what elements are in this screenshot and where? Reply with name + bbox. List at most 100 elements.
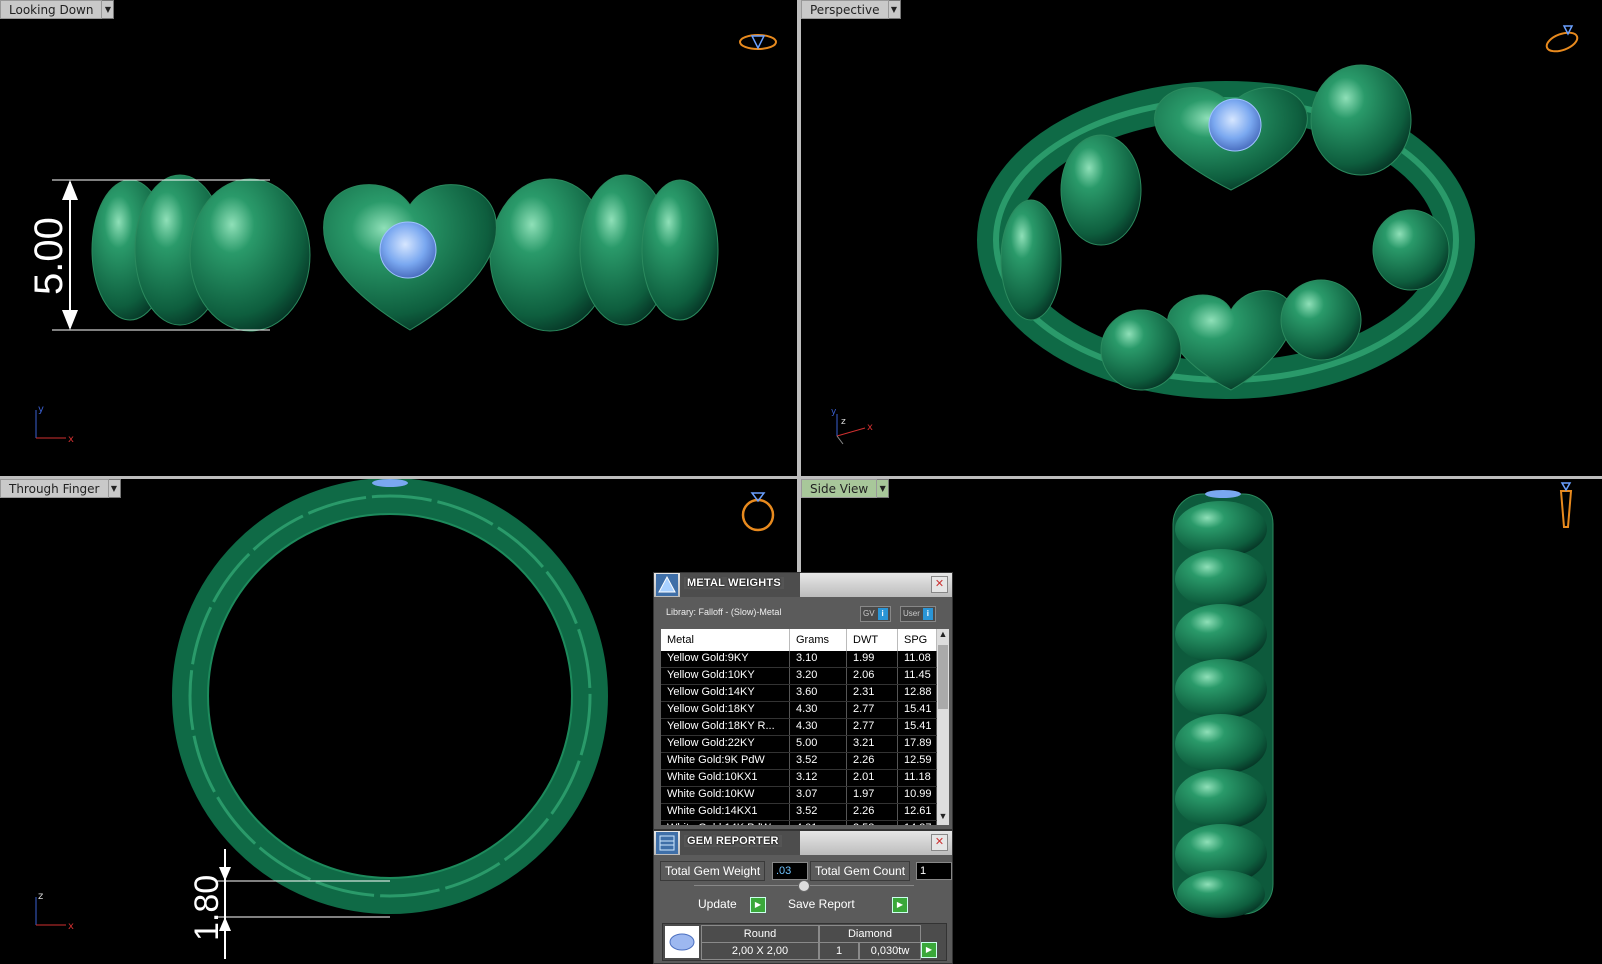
table-row[interactable]: Yellow Gold:22KY 5.00 3.21 17.89 [661,736,937,753]
table-cell: Yellow Gold:18KY [661,702,790,718]
total-gem-weight-value: .03 [772,862,808,880]
total-gem-count-label: Total Gem Count [810,861,911,881]
table-cell: Yellow Gold:18KY R... [661,719,790,735]
table-cell: White Gold:14KX1 [661,804,790,820]
table-cell: White Gold:10KX1 [661,770,790,786]
table-cell: 3.12 [790,770,847,786]
viewport-perspective[interactable]: Perspective ▼ yzx [801,0,1602,476]
table-cell: Yellow Gold:14KY [661,685,790,701]
close-icon[interactable]: ✕ [931,576,948,593]
axis-indicator: yz x [829,406,879,450]
table-cell: 3.07 [790,787,847,803]
update-button[interactable]: Update ▶ [698,895,768,913]
scroll-down-icon[interactable]: ▼ [937,811,949,825]
table-row[interactable]: Yellow Gold:18KY 4.30 2.77 15.41 [661,702,937,719]
gem-detail-button[interactable]: ▶ [921,942,937,960]
column-header-spg[interactable]: SPG [898,629,937,651]
ring-edge-nav-icon[interactable] [1551,481,1595,528]
table-cell: 11.08 [898,651,937,667]
gem-weight: 0,030tw [859,942,921,960]
viewport-divider-horizontal[interactable] [0,476,1602,479]
table-cell: 12.88 [898,685,937,701]
table-cell: Yellow Gold:9KY [661,651,790,667]
table-cell: 3.52 [790,753,847,769]
splitter-handle-icon[interactable] [798,880,810,892]
table-cell: White Gold:14K PdW [661,821,790,825]
metal-weights-panel[interactable]: METAL WEIGHTS ✕ Library: Falloff - (Slow… [653,572,953,830]
dimension-label-5: 5.00 [27,217,71,295]
viewport-looking-down[interactable]: Looking Down ▼ 5.00 y x [0,0,797,476]
table-cell: 2.01 [847,770,898,786]
column-header-metal[interactable]: Metal [661,629,790,651]
svg-text:z: z [38,891,43,902]
table-row[interactable]: White Gold:14KX1 3.52 2.26 12.61 [661,804,937,821]
table-row[interactable]: White Gold:10KX1 3.12 2.01 11.18 [661,770,937,787]
table-row[interactable]: Yellow Gold:9KY 3.10 1.99 11.08 [661,651,937,668]
ring-perspective-nav-icon[interactable] [1542,22,1586,56]
table-cell: Yellow Gold:22KY [661,736,790,752]
column-header-dwt[interactable]: DWT [847,629,898,651]
table-row[interactable]: Yellow Gold:18KY R... 4.30 2.77 15.41 [661,719,937,736]
metal-weights-table[interactable]: Metal Grams DWT SPG Yellow Gold:9KY 3.10 1… [661,629,937,825]
table-cell: 4.01 [790,821,847,825]
table-row[interactable]: Yellow Gold:14KY 3.60 2.31 12.88 [661,685,937,702]
table-scrollbar[interactable]: ▲ ▼ [937,629,949,825]
table-cell: 2.31 [847,685,898,701]
total-gem-count-value: 1 [916,862,952,880]
table-header: Metal Grams DWT SPG [661,629,937,651]
gem-reporter-icon [656,832,678,854]
table-row[interactable]: White Gold:10KW 3.07 1.97 10.99 [661,787,937,804]
gv-toggle[interactable]: GV i [860,606,891,622]
scroll-up-icon[interactable]: ▲ [937,629,949,643]
gem-shape: Round [701,925,819,943]
column-header-grams[interactable]: Grams [790,629,847,651]
ring-top-nav-icon[interactable] [736,28,780,62]
table-cell: White Gold:10KW [661,787,790,803]
save-report-button[interactable]: Save Report ▶ [788,895,908,913]
table-cell: 2.58 [847,821,898,825]
table-cell: 3.10 [790,651,847,667]
user-toggle[interactable]: User i [900,606,936,622]
scroll-thumb[interactable] [938,645,948,709]
svg-text:y: y [831,407,837,417]
table-cell: 1.97 [847,787,898,803]
dimension-label-1-80: 1.80 [188,875,226,941]
table-cell: 3.60 [790,685,847,701]
ring-band-front-view: 5.00 [27,174,719,332]
table-cell: 17.89 [898,736,937,752]
table-cell: 15.41 [898,702,937,718]
play-icon: ▶ [892,897,908,913]
table-cell: 12.59 [898,753,937,769]
gem-reporter-panel[interactable]: GEM REPORTER ✕ Total Gem Weight .03 Tota… [653,830,953,964]
gem-count: 1 [819,942,859,960]
gem-size: 2,00 X 2,00 [701,942,819,960]
metal-weights-header[interactable]: METAL WEIGHTS ✕ [654,573,952,597]
table-cell: 5.00 [790,736,847,752]
gem-list-item[interactable]: Round 2,00 X 2,00 Diamond 1 0,030tw ▶ [662,923,947,961]
table-cell: 14.37 [898,821,937,825]
table-cell: 10.99 [898,787,937,803]
svg-text:y: y [38,404,44,415]
play-icon: ▶ [921,942,937,958]
table-cell: 2.77 [847,702,898,718]
table-cell: 12.61 [898,804,937,820]
table-row[interactable]: White Gold:9K PdW 3.52 2.26 12.59 [661,753,937,770]
table-cell: 11.18 [898,770,937,786]
ring-side-nav-icon[interactable] [738,489,782,532]
table-cell: 3.20 [790,668,847,684]
svg-text:z: z [841,417,846,427]
table-cell: 2.77 [847,719,898,735]
metal-weights-title: METAL WEIGHTS [684,577,784,589]
svg-text:x: x [68,434,74,445]
table-cell: 3.21 [847,736,898,752]
table-row[interactable]: Yellow Gold:10KY 3.20 2.06 11.45 [661,668,937,685]
gem-reporter-title: GEM REPORTER [684,835,782,847]
svg-text:x: x [867,422,873,433]
axis-indicator: zx [30,889,80,933]
table-row[interactable]: White Gold:14K PdW4.012.5814.37 [661,821,937,825]
table-cell: 2.26 [847,753,898,769]
gem-reporter-header[interactable]: GEM REPORTER ✕ [654,831,952,855]
close-icon[interactable]: ✕ [931,834,948,851]
table-cell: 3.52 [790,804,847,820]
table-cell: 2.26 [847,804,898,820]
